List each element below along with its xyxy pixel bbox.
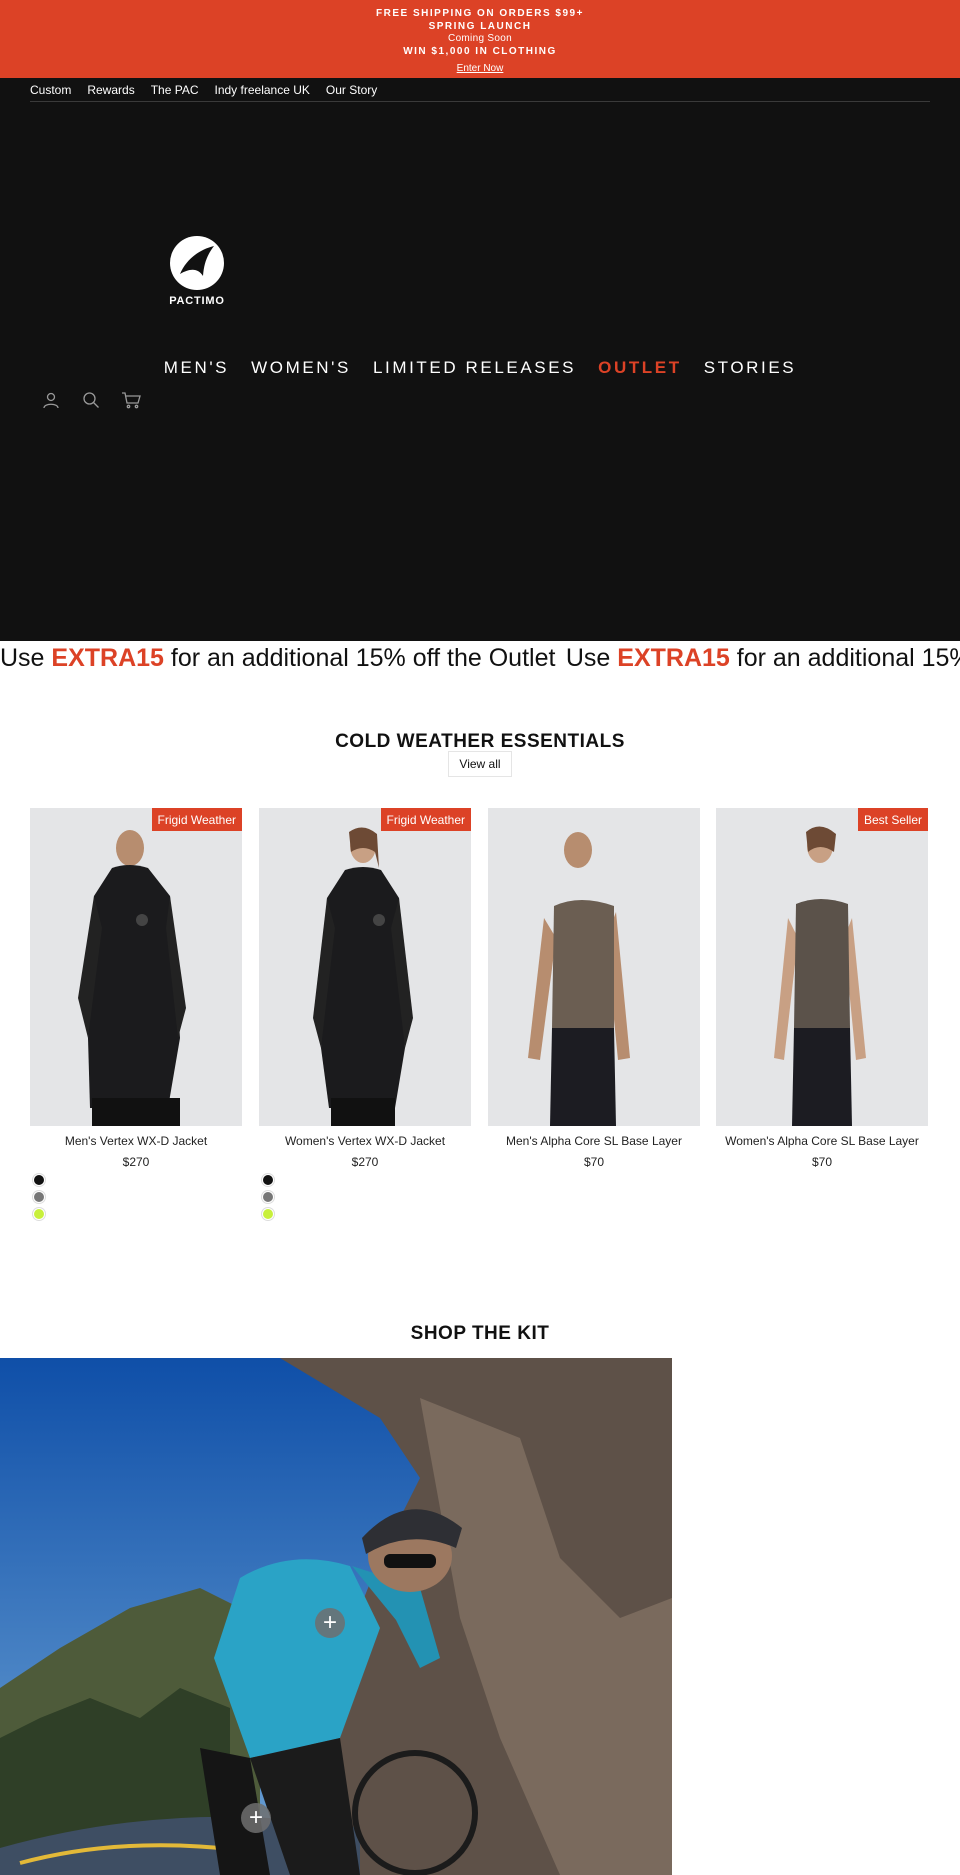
shop-the-kit-title: SHOP THE KIT — [410, 1323, 550, 1344]
swatch-lime[interactable] — [262, 1208, 274, 1220]
product-name[interactable]: Men's Alpha Core SL Base Layer — [488, 1134, 700, 1148]
header-icons — [40, 389, 142, 411]
announcement-shipping: FREE SHIPPING ON ORDERS $99+ — [376, 8, 584, 19]
promo-code: EXTRA15 — [617, 644, 730, 672]
product-price: $70 — [583, 1155, 605, 1169]
divider — [30, 101, 930, 102]
hotspot-plus-icon[interactable]: + — [241, 1803, 271, 1833]
promo-marquee: Use EXTRA15 for an additional 15% off th… — [0, 641, 960, 675]
account-icon[interactable] — [40, 389, 62, 411]
utility-nav: Custom Rewards The PAC Indy freelance UK… — [30, 83, 377, 97]
product-badge: Frigid Weather — [380, 808, 471, 831]
product-image[interactable]: Frigid Weather — [30, 808, 242, 1126]
product-name[interactable]: Women's Vertex WX-D Jacket — [259, 1134, 471, 1148]
product-card[interactable]: Best Seller Women's Alpha Core SL Base L… — [716, 808, 928, 1169]
nav-stories[interactable]: STORIES — [693, 358, 808, 378]
marquee-item: Use EXTRA15 for an additional 15% off th… — [0, 644, 556, 672]
announcement-launch: SPRING LAUNCH — [428, 20, 532, 32]
cart-icon[interactable] — [120, 389, 142, 411]
swatch-black[interactable] — [33, 1174, 45, 1186]
utility-link-indy-freelance[interactable]: Indy freelance UK — [215, 83, 310, 97]
announcement-coming-soon: Coming Soon — [448, 33, 512, 44]
logo-wordmark: PACTIMO — [169, 295, 225, 307]
announcement-giveaway: WIN $1,000 IN CLOTHING — [403, 45, 557, 57]
site-header: Custom Rewards The PAC Indy freelance UK… — [0, 78, 960, 641]
product-card[interactable]: Men's Alpha Core SL Base Layer $70 — [488, 808, 700, 1169]
promo-code: EXTRA15 — [51, 644, 164, 672]
nav-womens[interactable]: WOMEN'S — [240, 358, 362, 378]
hotspot-plus-icon[interactable]: + — [315, 1608, 345, 1638]
product-card[interactable]: Frigid Weather Women's Vertex WX-D Jacke… — [259, 808, 471, 1169]
marquee-item: Use EXTRA15 for an additional 15% off th… — [565, 644, 960, 672]
nav-limited-releases[interactable]: LIMITED RELEASES — [362, 358, 587, 378]
nav-mens[interactable]: MEN'S — [153, 358, 240, 378]
view-all-button[interactable]: View all — [448, 751, 512, 777]
color-swatches — [33, 1174, 45, 1220]
product-price: $70 — [811, 1155, 833, 1169]
product-badge: Best Seller — [857, 808, 928, 831]
product-price: $270 — [122, 1155, 150, 1169]
utility-link-the-pac[interactable]: The PAC — [151, 83, 199, 97]
kit-image: + + — [0, 1358, 672, 1875]
logo-mark — [170, 236, 224, 290]
swatch-lime[interactable] — [33, 1208, 45, 1220]
color-swatches — [262, 1174, 274, 1220]
enter-now-link[interactable]: Enter Now — [457, 62, 504, 75]
swatch-grey[interactable] — [33, 1191, 45, 1203]
main-nav: MEN'S WOMEN'S LIMITED RELEASES OUTLET ST… — [0, 358, 960, 378]
utility-link-our-story[interactable]: Our Story — [326, 83, 377, 97]
product-image[interactable] — [488, 808, 700, 1126]
nav-outlet[interactable]: OUTLET — [587, 358, 693, 378]
collection-title: COLD WEATHER ESSENTIALS — [335, 731, 625, 752]
search-icon[interactable] — [80, 389, 102, 411]
product-image[interactable]: Best Seller — [716, 808, 928, 1126]
product-badge: Frigid Weather — [151, 808, 242, 831]
product-name[interactable]: Men's Vertex WX-D Jacket — [30, 1134, 242, 1148]
site-logo[interactable]: PACTIMO — [162, 236, 232, 316]
product-image[interactable]: Frigid Weather — [259, 808, 471, 1126]
product-card[interactable]: Frigid Weather Men's Vertex WX-D Jacket … — [30, 808, 242, 1169]
announcement-bar: FREE SHIPPING ON ORDERS $99+ SPRING LAUN… — [0, 0, 960, 78]
product-name[interactable]: Women's Alpha Core SL Base Layer — [716, 1134, 928, 1148]
product-price: $270 — [351, 1155, 379, 1169]
utility-link-rewards[interactable]: Rewards — [87, 83, 134, 97]
swatch-black[interactable] — [262, 1174, 274, 1186]
swatch-grey[interactable] — [262, 1191, 274, 1203]
utility-link-custom[interactable]: Custom — [30, 83, 71, 97]
